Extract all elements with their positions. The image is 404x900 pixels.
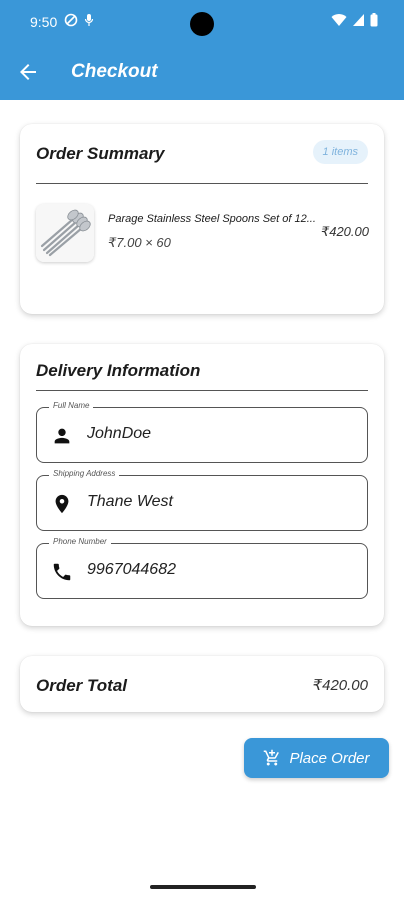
order-total-value: ₹420.00 [312,677,368,694]
status-time: 9:50 [30,14,58,30]
battery-icon [370,13,378,27]
full-name-label: Full Name [49,401,94,410]
order-summary-title: Order Summary [36,144,165,163]
items-count-badge: 1 items [312,140,368,164]
product-line-total: ₹420.00 [320,224,369,239]
shipping-address-field[interactable]: Shipping Address [36,469,368,531]
full-name-input[interactable] [87,425,347,443]
product-name: Parage Stainless Steel Spoons Set of 12.… [108,213,316,225]
page-title: Checkout [71,61,158,82]
status-bar: 9:50 [0,0,404,44]
full-name-field[interactable]: Full Name [36,401,368,463]
wifi-icon [331,14,347,26]
place-order-button[interactable]: Place Order [244,738,389,778]
cart-add-icon [264,749,280,766]
shipping-address-input[interactable] [87,493,347,511]
phone-number-label: Phone Number [49,537,111,546]
status-icons-right [331,13,378,27]
order-total-label: Order Total [36,676,127,695]
arrow-back-icon[interactable] [16,60,40,84]
phone-number-input[interactable] [87,561,347,579]
divider [36,390,368,391]
product-unit-price-qty: ₹7.00 × 60 [108,235,171,250]
home-indicator[interactable] [150,885,256,889]
divider [36,183,368,184]
mic-icon [84,14,94,26]
place-order-label: Place Order [289,749,370,767]
signal-icon [353,14,364,26]
phone-number-field[interactable]: Phone Number [36,537,368,599]
app-bar: Checkout [0,44,404,100]
order-total-card: Order Total ₹420.00 [20,656,384,712]
shipping-address-label: Shipping Address [49,469,120,478]
phone-icon [53,563,71,581]
camera-cutout [190,12,214,36]
product-image [36,204,94,262]
no-disturb-icon [64,13,78,27]
status-icons-left [64,13,94,27]
person-icon [54,428,70,444]
order-summary-card: Order Summary 1 items Parage Stainless S… [20,124,384,314]
delivery-information-card: Delivery Information Full Name Shipping … [20,344,384,626]
location-pin-icon [55,494,69,514]
delivery-information-title: Delivery Information [36,361,201,380]
spoons-image [36,204,94,262]
